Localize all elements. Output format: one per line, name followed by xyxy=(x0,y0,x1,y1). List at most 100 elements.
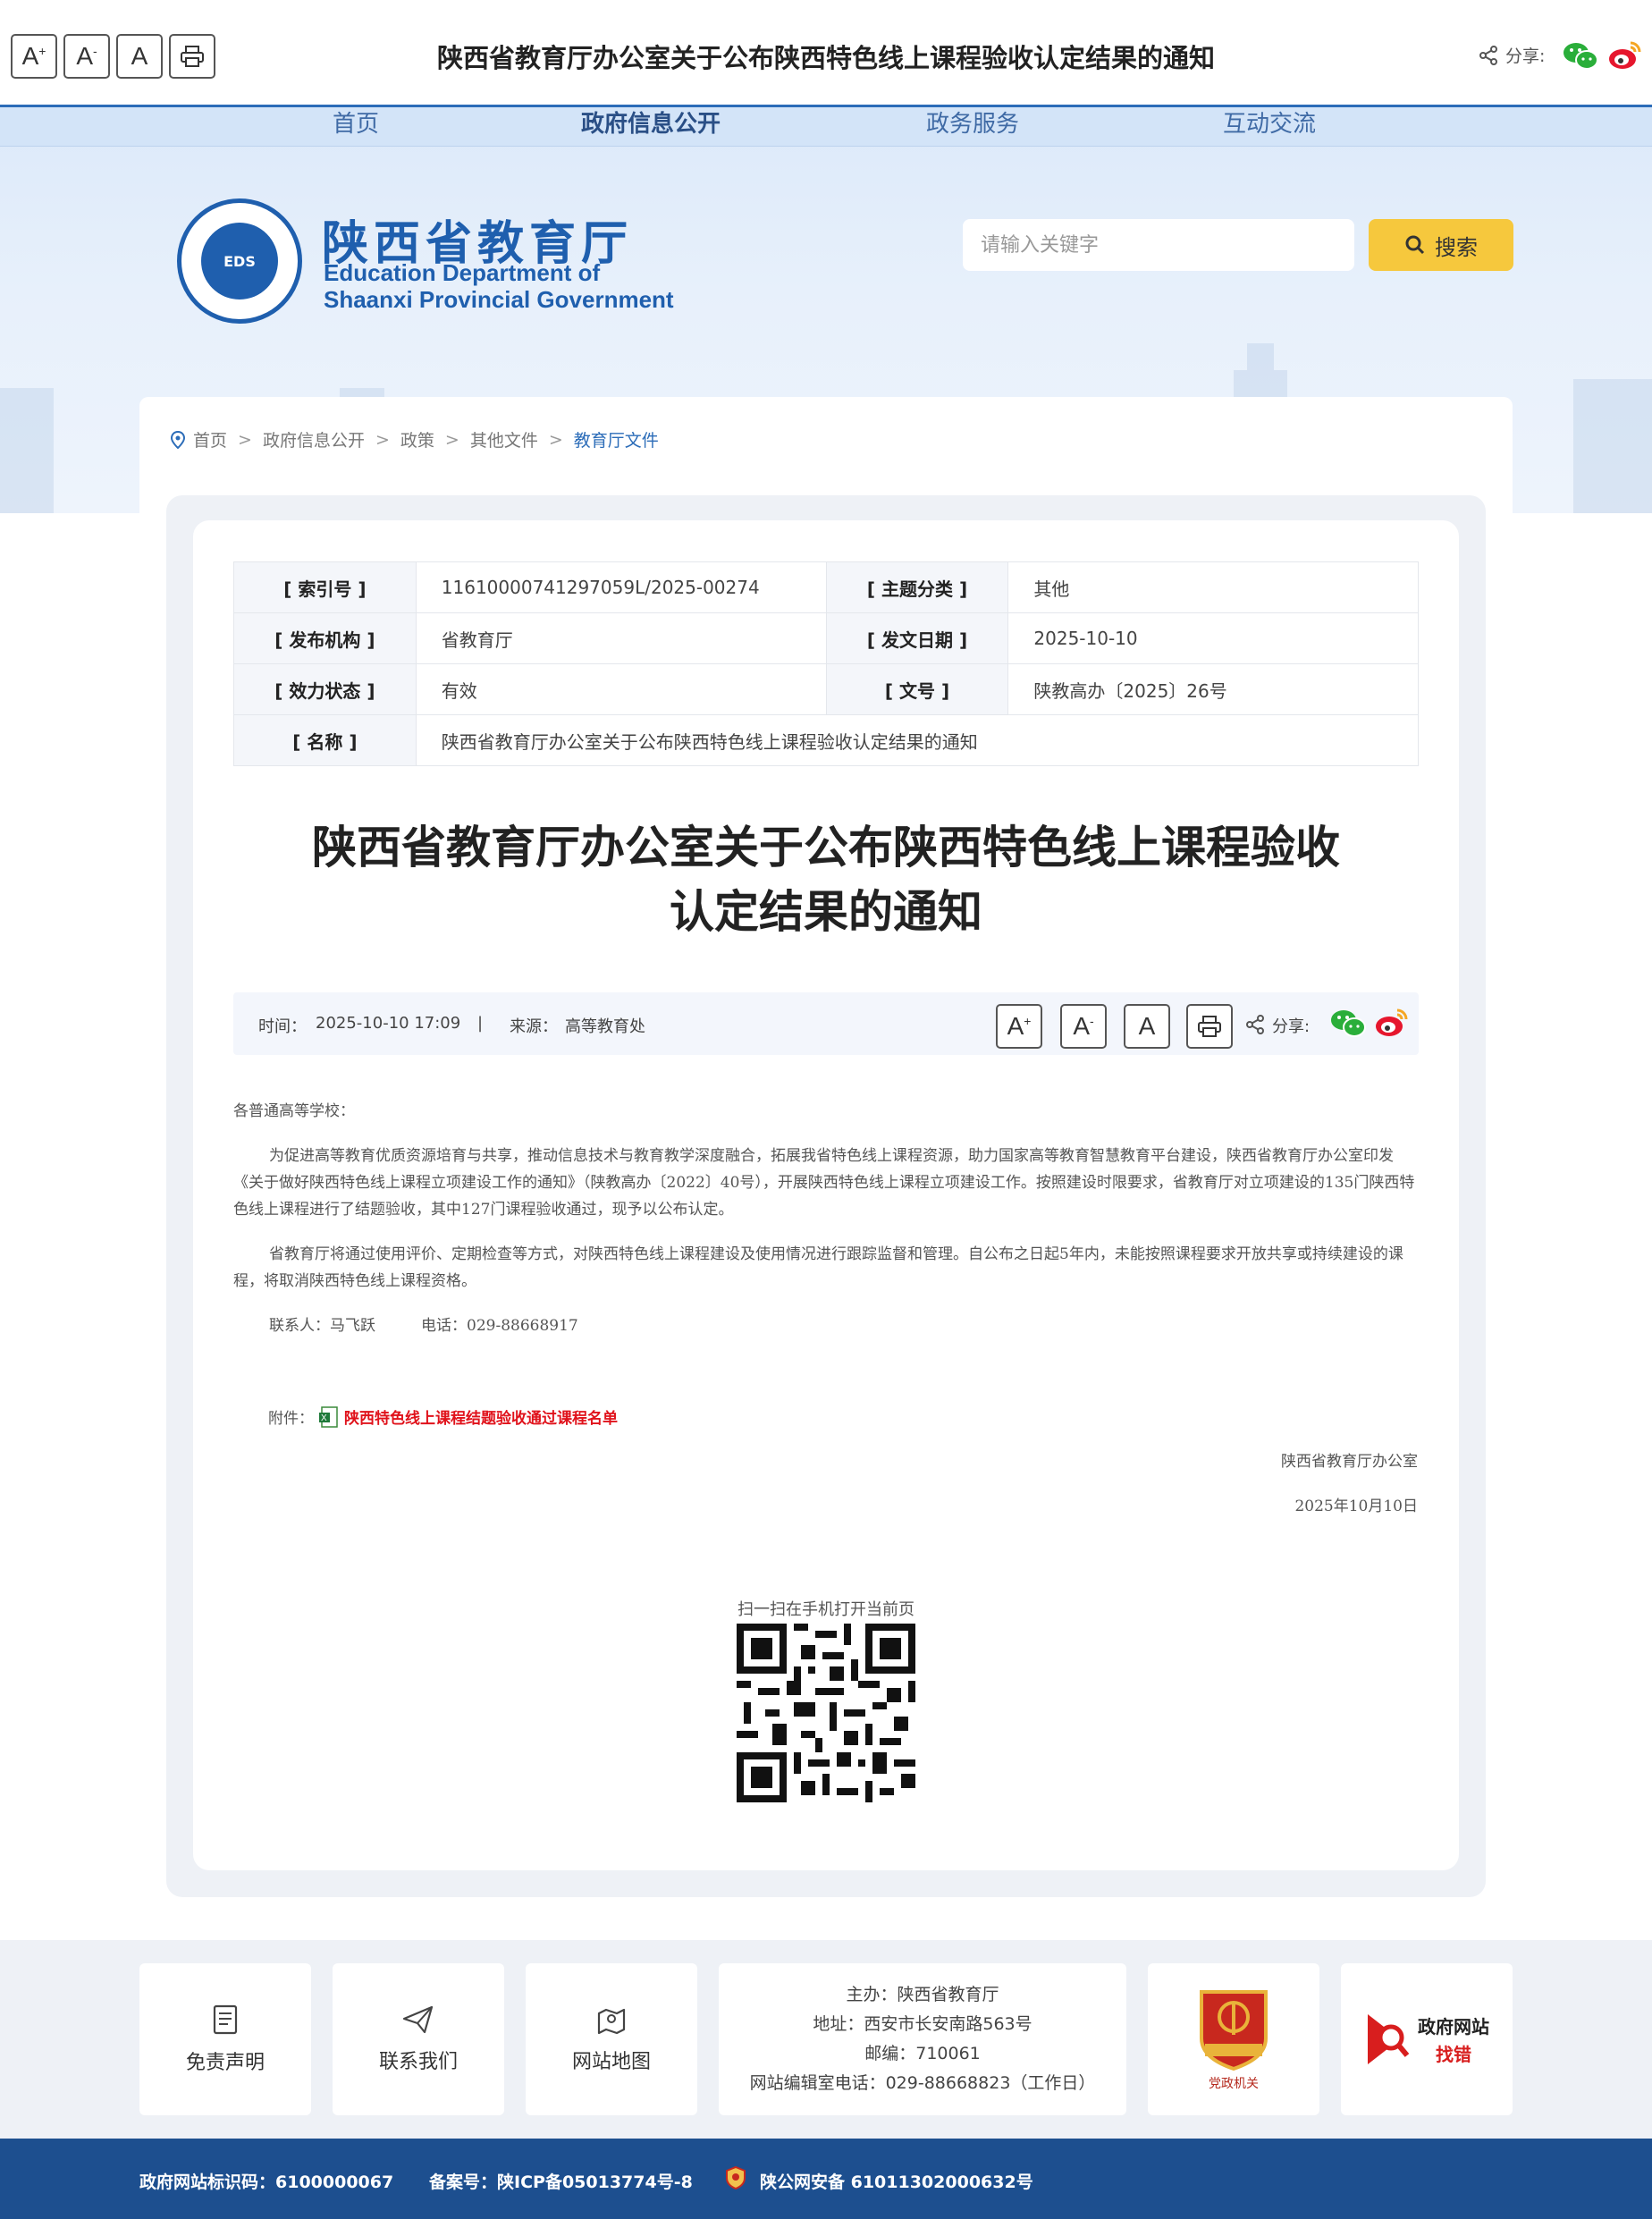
breadcrumb: 首页 > 政府信息公开 > 政策 > 其他文件 > 教育厅文件 xyxy=(170,427,659,451)
map-marker-icon xyxy=(597,2008,626,2035)
search-button-label: 搜索 xyxy=(1435,234,1478,260)
document-icon xyxy=(213,2004,238,2035)
host-line: 主办：陕西省教育厅 xyxy=(846,1985,999,2004)
signature-date: 2025年10月10日 xyxy=(1294,1498,1418,1515)
time-label: 时间： xyxy=(258,1017,307,1036)
font-increase-button[interactable]: A + xyxy=(996,1004,1042,1049)
contact-us-link[interactable]: 联系我们 xyxy=(333,1963,504,2115)
dangzheng-badge-link[interactable]: 党政机关 xyxy=(1148,1963,1319,2115)
wechat-icon[interactable] xyxy=(1330,1008,1366,1039)
table-row: [ 发布机构 ] 省教育厅 [ 发文日期 ] 2025-10-10 xyxy=(233,612,1419,664)
nav-item-interaction[interactable]: 互动交流 xyxy=(1223,107,1316,139)
top-toolbar: A + A- A 陕西省教育厅办公室关于公布陕西特色线上课程验收认定结果的通知 分… xyxy=(0,0,1652,107)
location-pin-icon xyxy=(170,430,186,449)
icp-record[interactable]: 备案号：陕ICP备05013774号-8 xyxy=(429,2169,693,2193)
meta-label: [ 发文日期 ] xyxy=(825,612,1009,664)
meta-label: [ 索引号 ] xyxy=(233,561,417,613)
qr-caption: 扫一扫在手机打开当前页 xyxy=(738,1600,914,1619)
share-label: 分享: xyxy=(1272,1017,1311,1036)
host-info: 主办：陕西省教育厅 地址：西安市长安南路563号 邮编：710061 网站编辑室… xyxy=(719,1963,1126,2115)
body-paragraph: 为促进高等教育优质资源培育与共享，推动信息技术与教育教学深度融合，拓展我省特色线… xyxy=(233,1147,1415,1219)
police-record[interactable]: 陕公网安备 61011302000632号 xyxy=(760,2169,1033,2193)
search-input[interactable] xyxy=(963,219,1354,271)
paper-plane-icon xyxy=(402,2005,434,2034)
nav-item-gov-info[interactable]: 政府信息公开 xyxy=(581,107,721,139)
search-button[interactable]: 搜索 xyxy=(1369,219,1513,271)
share-label: 分享: xyxy=(1505,46,1546,66)
gov-error-text: 政府网站 找错 xyxy=(1418,2012,1489,2066)
sitemap-link[interactable]: 网站地图 xyxy=(526,1963,697,2115)
gov-error-line1: 政府网站 xyxy=(1418,2016,1489,2038)
site-name-en-2: Shaanxi Provincial Government xyxy=(324,286,674,313)
zip-line: 邮编：710061 xyxy=(864,2044,981,2063)
article-title-line: 陕西省教育厅办公室关于公布陕西特色线上课程验收 xyxy=(312,822,1340,873)
meta-label: [ 发布机构 ] xyxy=(233,612,417,664)
status-badge: 有效 xyxy=(415,663,827,715)
info-divider: | xyxy=(477,1014,484,1033)
main-nav: 首页 政府信息公开 政务服务 互动交流 xyxy=(0,107,1652,147)
contact-line: 联系人：马飞跃 电话：029-88668917 xyxy=(269,1317,578,1335)
logo-badge: EDS xyxy=(201,223,278,300)
meta-label: [ 效力状态 ] xyxy=(233,663,417,715)
attachment: 附件： X 陕西特色线上课程结题验收通过课程名单 xyxy=(268,1405,618,1428)
gov-error-report-link[interactable]: 政府网站 找错 xyxy=(1341,1963,1513,2115)
article-title: 陕西省教育厅办公室关于公布陕西特色线上课程验收 认定结果的通知 xyxy=(233,815,1419,944)
meta-label: [ 名称 ] xyxy=(233,714,417,766)
excel-file-icon: X xyxy=(319,1405,338,1428)
site-logo[interactable]: EDS xyxy=(177,198,302,324)
attachment-label: 附件： xyxy=(268,1410,314,1428)
sitemap-label: 网站地图 xyxy=(571,2051,651,2073)
signature-org: 陕西省教育厅办公室 xyxy=(1281,1453,1418,1471)
breadcrumb-current[interactable]: 教育厅文件 xyxy=(574,427,659,451)
meta-value: 其他 xyxy=(1007,561,1419,613)
meta-label: [ 文号 ] xyxy=(825,663,1009,715)
search-icon xyxy=(1405,235,1425,255)
gov-error-line2: 找错 xyxy=(1436,2044,1471,2065)
breadcrumb-item[interactable]: 政府信息公开 xyxy=(263,427,365,451)
disclaimer-label: 免责声明 xyxy=(185,2052,265,2074)
weibo-icon[interactable] xyxy=(1607,39,1643,72)
table-row: [ 效力状态 ] 有效 [ 文号 ] 陕教高办〔2025〕26号 xyxy=(233,663,1419,715)
meta-value: 陕教高办〔2025〕26号 xyxy=(1007,663,1419,715)
time-value: 2025-10-10 17:09 xyxy=(316,1014,461,1033)
breadcrumb-item[interactable]: 首页 xyxy=(193,427,227,451)
font-decrease-button[interactable]: A- xyxy=(1060,1004,1107,1049)
site-name-en-1: Education Department of xyxy=(324,259,601,286)
nav-item-services[interactable]: 政务服务 xyxy=(926,107,1019,139)
page-title: 陕西省教育厅办公室关于公布陕西特色线上课程验收认定结果的通知 xyxy=(436,43,1215,73)
share-icon xyxy=(1246,1015,1264,1034)
source-value: 高等教育处 xyxy=(565,1017,645,1036)
dangzheng-badge-label: 党政机关 xyxy=(1209,2077,1259,2091)
dangzheng-badge-icon xyxy=(1200,1990,1268,2071)
table-row: [ 名称 ] 陕西省教育厅办公室关于公布陕西特色线上课程验收认定结果的通知 xyxy=(233,714,1420,766)
meta-value: 陕西省教育厅办公室关于公布陕西特色线上课程验收认定结果的通知 xyxy=(415,714,1420,766)
meta-value: 2025-10-10 xyxy=(1007,612,1419,664)
magnifier-icon xyxy=(1368,2014,1410,2064)
police-badge-icon xyxy=(726,2165,746,2190)
contact-us-label: 联系我们 xyxy=(378,2051,458,2073)
address-line: 地址：西安市长安南路563号 xyxy=(813,2014,1032,2034)
svg-text:X: X xyxy=(321,1413,327,1423)
meta-value: 11610000741297059L/2025-00274 xyxy=(415,561,827,613)
table-row: [ 索引号 ] 11610000741297059L/2025-00274 [ … xyxy=(233,561,1419,613)
metadata-table: [ 索引号 ] 11610000741297059L/2025-00274 [ … xyxy=(233,561,1420,766)
breadcrumb-item[interactable]: 政策 xyxy=(400,427,434,451)
disclaimer-link[interactable]: 免责声明 xyxy=(139,1963,311,2115)
attachment-link[interactable]: 陕西特色线上课程结题验收通过课程名单 xyxy=(344,1405,618,1428)
phone-line: 网站编辑室电话：029-88668823（工作日） xyxy=(749,2073,1096,2093)
source-label: 来源： xyxy=(510,1017,558,1036)
article-title-line: 认定结果的通知 xyxy=(670,886,982,938)
meta-label: [ 主题分类 ] xyxy=(825,561,1009,613)
printer-icon xyxy=(1198,1016,1221,1037)
share-icon xyxy=(1479,46,1497,65)
bottom-bar: 政府网站标识码：6100000067 备案号：陕ICP备05013774号-8 … xyxy=(0,2139,1652,2219)
nav-item-home[interactable]: 首页 xyxy=(333,107,379,139)
wechat-icon[interactable] xyxy=(1563,41,1598,72)
breadcrumb-item[interactable]: 其他文件 xyxy=(470,427,538,451)
print-button[interactable] xyxy=(1186,1004,1233,1049)
font-reset-button[interactable]: A xyxy=(1124,1004,1170,1049)
site-id: 政府网站标识码：6100000067 xyxy=(139,2173,394,2192)
meta-value: 省教育厅 xyxy=(415,612,827,664)
weibo-icon[interactable] xyxy=(1374,1007,1410,1039)
qr-code xyxy=(737,1624,915,1802)
